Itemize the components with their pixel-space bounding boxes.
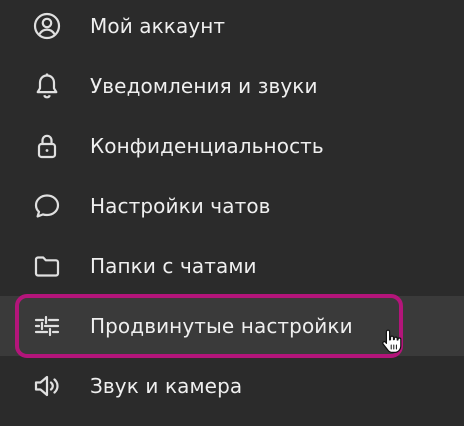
settings-menu: Мой аккаунт Уведомления и звуки Конфиден… — [0, 0, 464, 426]
menu-item-chat-folders[interactable]: Папки с чатами — [0, 236, 464, 296]
user-circle-icon — [31, 10, 63, 42]
folder-icon — [31, 250, 63, 282]
menu-item-label: Уведомления и звуки — [90, 74, 318, 98]
menu-item-label: Настройки чатов — [90, 194, 271, 218]
menu-item-privacy[interactable]: Конфиденциальность — [0, 116, 464, 176]
menu-item-notifications[interactable]: Уведомления и звуки — [0, 56, 464, 116]
menu-item-label: Мой аккаунт — [90, 14, 226, 38]
lock-icon — [31, 130, 63, 162]
chat-bubble-icon — [31, 190, 63, 222]
menu-item-label: Конфиденциальность — [90, 134, 324, 158]
menu-item-label: Звук и камера — [90, 374, 243, 398]
menu-item-chat-settings[interactable]: Настройки чатов — [0, 176, 464, 236]
menu-item-label: Продвинутые настройки — [90, 314, 353, 338]
bell-icon — [31, 70, 63, 102]
speaker-icon — [31, 370, 63, 402]
menu-item-sound-camera[interactable]: Звук и камера — [0, 356, 464, 416]
menu-item-advanced-settings[interactable]: Продвинутые настройки — [0, 296, 464, 356]
sliders-icon — [31, 310, 63, 342]
menu-item-my-account[interactable]: Мой аккаунт — [0, 0, 464, 56]
menu-item-label: Папки с чатами — [90, 254, 257, 278]
